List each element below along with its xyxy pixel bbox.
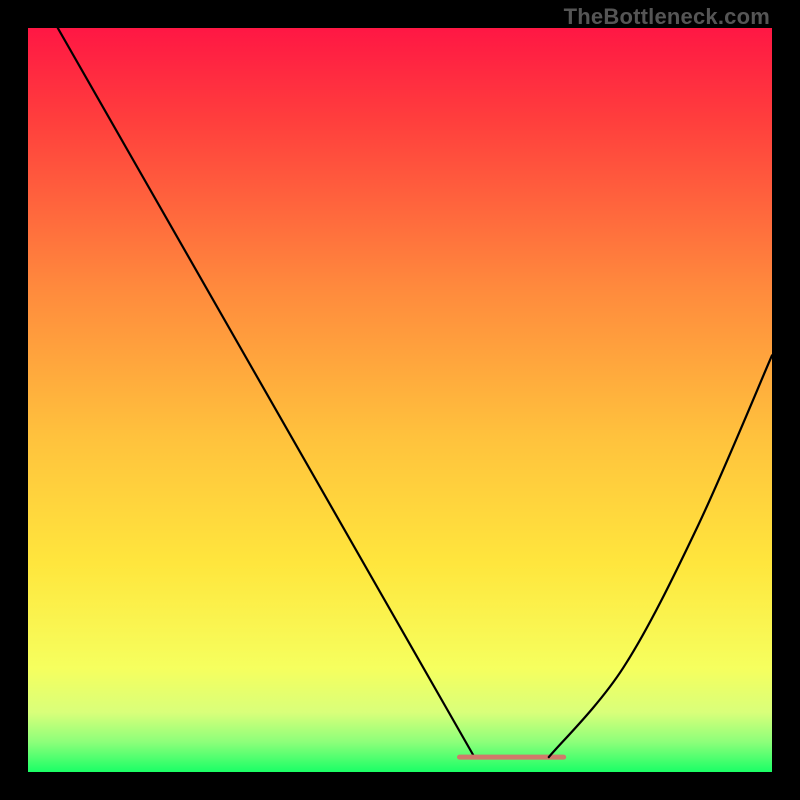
- watermark-text: TheBottleneck.com: [564, 4, 770, 30]
- plot-area: [28, 28, 772, 772]
- bottleneck-chart: [28, 28, 772, 772]
- gradient-background: [28, 28, 772, 772]
